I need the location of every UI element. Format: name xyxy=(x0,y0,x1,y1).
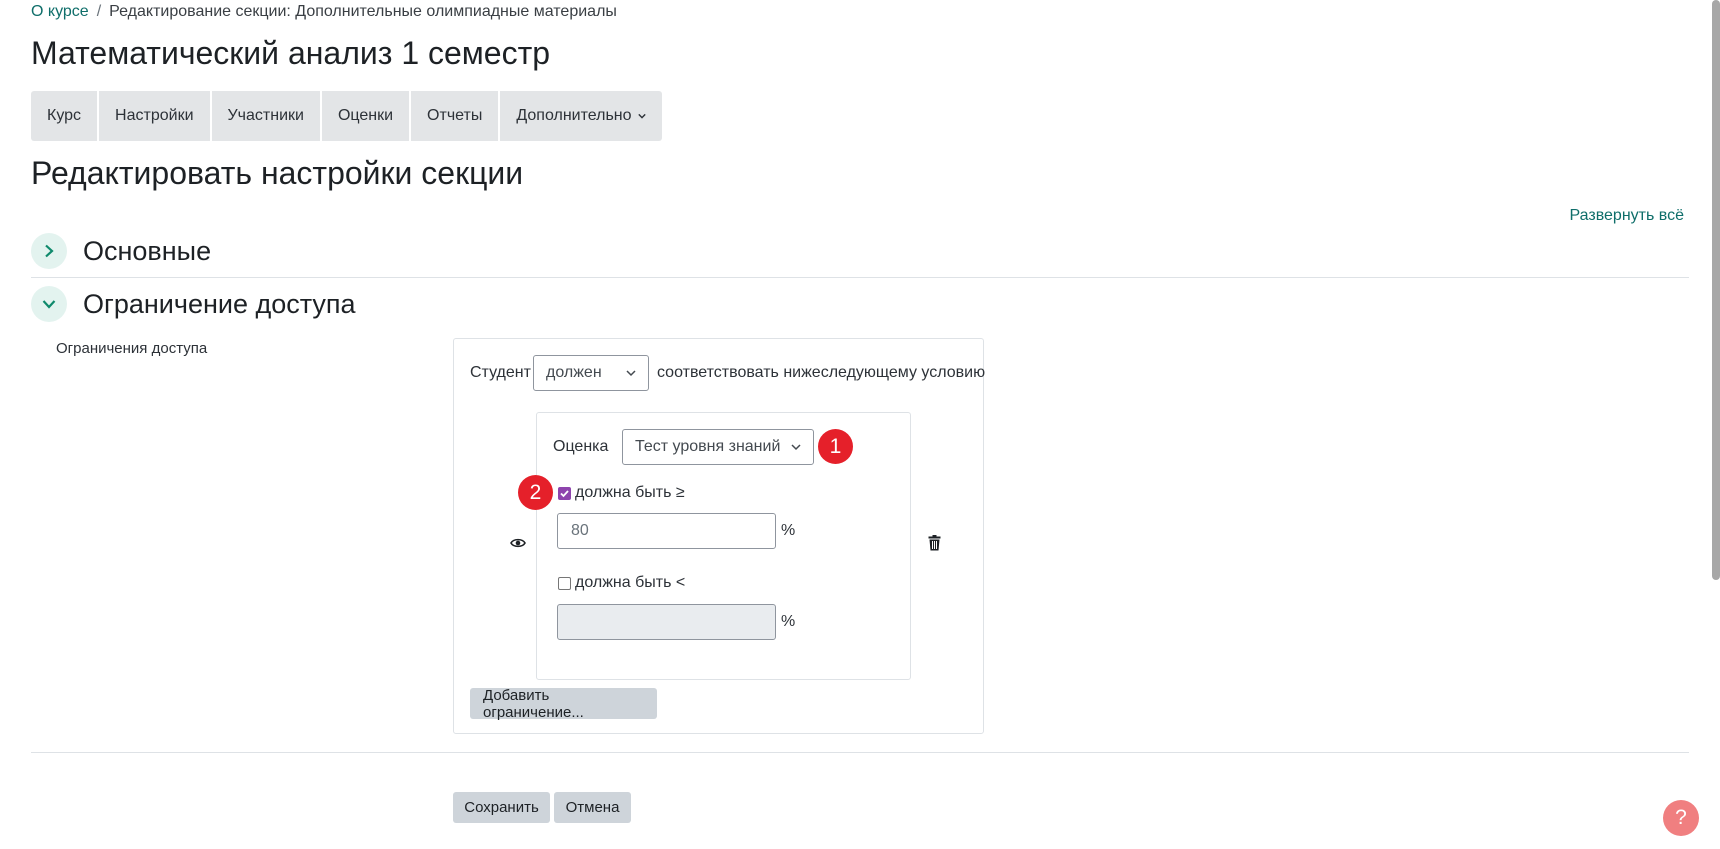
chevron-right-icon xyxy=(31,233,67,269)
help-button[interactable]: ? xyxy=(1663,800,1699,836)
tab-grades-label: Оценки xyxy=(337,107,394,124)
grade-item-select-value: Тест уровня знаний xyxy=(635,438,781,455)
tab-more-label: Дополнительно xyxy=(516,107,632,124)
tab-more[interactable]: Дополнительно xyxy=(500,91,661,141)
course-title: Математический анализ 1 семестр xyxy=(31,35,551,71)
tab-reports-label: Отчеты xyxy=(427,107,483,124)
scrollbar[interactable] xyxy=(1712,0,1720,580)
page-title: Редактировать настройки секции xyxy=(31,155,524,191)
max-grade-checkbox[interactable] xyxy=(558,577,571,590)
trash-icon[interactable] xyxy=(928,535,941,556)
section-general-toggle[interactable]: Основные xyxy=(31,233,211,269)
breadcrumb-current: Редактирование секции: Дополнительные ол… xyxy=(109,3,617,20)
tab-course-label: Курс xyxy=(47,107,82,124)
restrictions-label: Ограничения доступа xyxy=(56,340,208,357)
form-divider xyxy=(31,752,1689,753)
save-button[interactable]: Сохранить xyxy=(453,792,550,823)
add-restriction-button[interactable]: Добавить ограничение... xyxy=(470,687,657,721)
tab-reports[interactable]: Отчеты xyxy=(411,91,501,141)
tab-grades[interactable]: Оценки xyxy=(322,91,412,141)
must-select[interactable]: должен xyxy=(533,355,649,391)
tab-participants-label: Участники xyxy=(227,107,304,124)
tab-participants[interactable]: Участники xyxy=(212,91,322,141)
chevron-down-icon xyxy=(637,113,646,119)
section-access-title: Ограничение доступа xyxy=(83,288,356,319)
chevron-down-icon xyxy=(791,444,801,451)
tab-course[interactable]: Курс xyxy=(31,91,100,141)
tab-settings[interactable]: Настройки xyxy=(99,91,212,141)
expand-all-link[interactable]: Развернуть всё xyxy=(1570,207,1684,225)
checkmark-icon xyxy=(560,490,569,498)
course-nav: Курс Настройки Участники Оценки Отчеты Д… xyxy=(31,91,662,141)
max-percent-label: % xyxy=(781,613,796,630)
section-divider xyxy=(31,277,1689,278)
max-grade-label: должна быть < xyxy=(575,574,686,591)
breadcrumb-link-course[interactable]: О курсе xyxy=(31,3,89,20)
min-percent-label: % xyxy=(781,522,796,539)
grade-item-select[interactable]: Тест уровня знаний xyxy=(622,429,814,465)
min-grade-value: 80 xyxy=(571,522,589,539)
min-grade-label: должна быть ≥ xyxy=(575,484,685,501)
min-grade-checkbox[interactable] xyxy=(558,487,571,500)
grade-label: Оценка xyxy=(553,438,609,455)
min-grade-input[interactable]: 80 xyxy=(557,513,776,549)
chevron-down-icon xyxy=(31,286,67,322)
eye-icon[interactable] xyxy=(510,536,526,555)
breadcrumb: О курсе / Редактирование секции: Дополните… xyxy=(31,3,617,21)
section-access-toggle[interactable]: Ограничение доступа xyxy=(31,286,356,322)
annotation-badge-1: 1 xyxy=(818,429,853,464)
must-select-value: должен xyxy=(546,364,602,381)
cancel-button[interactable]: Отмена xyxy=(554,792,631,823)
section-general-title: Основные xyxy=(83,235,212,266)
tab-settings-label: Настройки xyxy=(115,107,194,124)
annotation-badge-2: 2 xyxy=(518,475,553,510)
condition-text: соответствовать нижеследующему условию xyxy=(657,364,986,381)
student-label: Студент xyxy=(470,364,531,381)
breadcrumb-separator: / xyxy=(96,3,102,20)
chevron-down-icon xyxy=(626,370,636,377)
max-grade-input[interactable] xyxy=(557,604,776,640)
